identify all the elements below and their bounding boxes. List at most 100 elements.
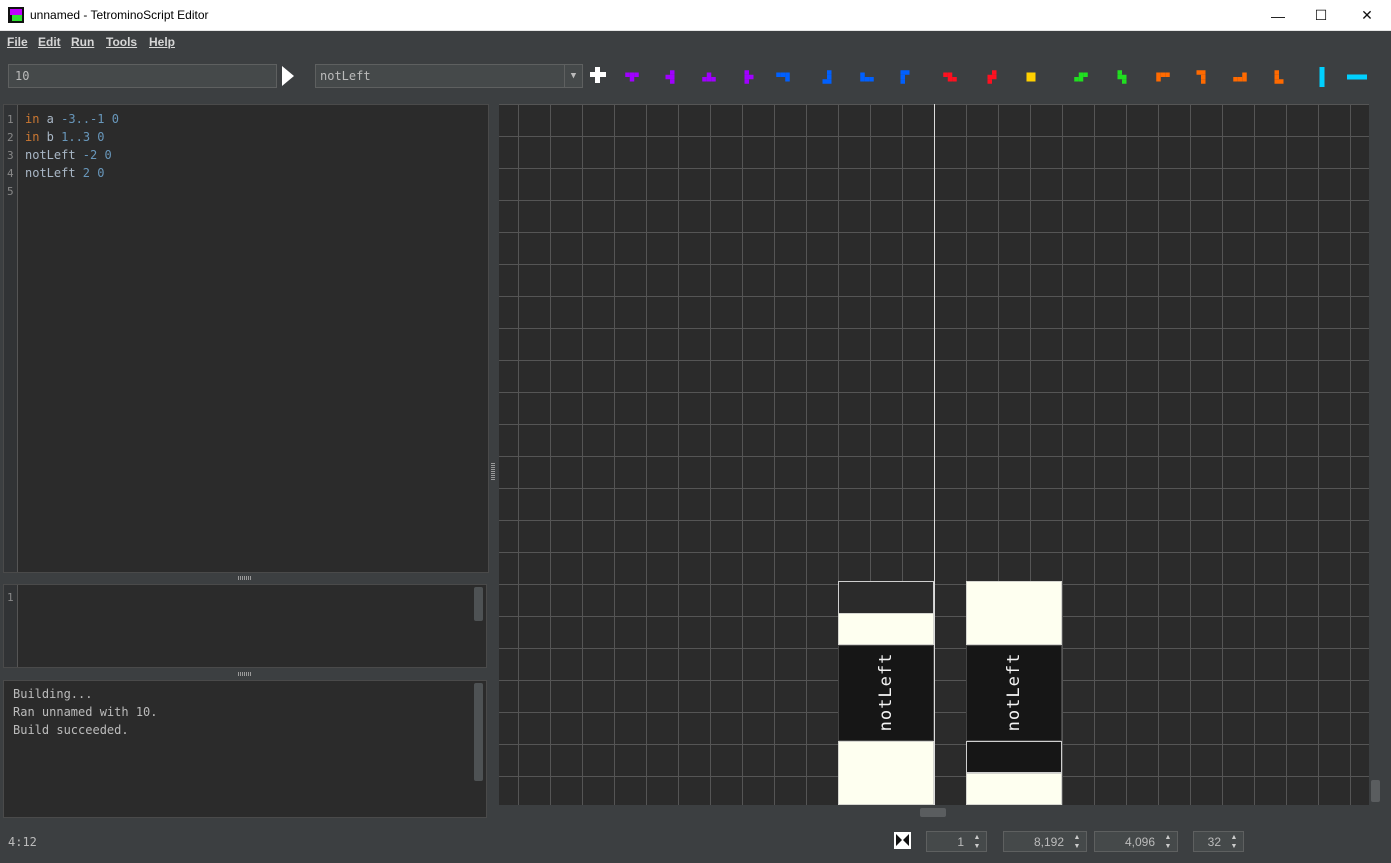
code-line: in a -3..-1 0 (25, 112, 119, 126)
tetromino-s-vertical-icon[interactable] (1110, 65, 1134, 89)
editor-splitter[interactable] (3, 574, 487, 582)
close-icon: ✕ (1361, 7, 1373, 23)
tetromino-s-horizontal-icon[interactable] (1069, 65, 1093, 89)
piece-label: notLeft (876, 652, 896, 732)
tetromino-j-right-icon[interactable] (855, 65, 879, 89)
tetromino-i-horizontal-icon[interactable] (1345, 65, 1369, 89)
menu-bar: File Edit Run Tools Help (0, 31, 1391, 53)
width-value: 8,192 (1033, 835, 1064, 849)
code-line: notLeft -2 0 (25, 148, 112, 162)
splitter-grip-icon (238, 672, 252, 676)
minimize-icon: — (1271, 7, 1285, 24)
canvas-horizontal-scrollbar[interactable] (499, 805, 1369, 819)
console-line: Ran unnamed with 10. (13, 705, 158, 719)
line-number: 3 (7, 149, 14, 162)
tetromino-t-left-icon[interactable] (658, 65, 682, 89)
code-line: in b 1..3 0 (25, 130, 105, 144)
console-splitter[interactable] (3, 670, 487, 678)
menu-help[interactable]: Help (149, 35, 175, 49)
piece-cell (966, 773, 1062, 805)
reset-view-icon[interactable] (894, 832, 911, 849)
spinner-arrows-icon[interactable]: ▲ ▼ (1071, 833, 1083, 851)
menu-tools[interactable]: Tools (106, 35, 137, 49)
console-scrollbar[interactable] (474, 683, 483, 781)
frame-value: 1 (957, 835, 964, 849)
tetromino-i-vertical-icon[interactable] (1310, 65, 1334, 89)
canvas-vertical-scrollbar[interactable] (1369, 104, 1383, 805)
splitter-grip-icon (238, 576, 252, 580)
height-value: 4,096 (1124, 835, 1155, 849)
code-arguments: 1..3 0 (61, 130, 105, 144)
tetromino-l-left-icon[interactable] (1151, 65, 1175, 89)
code-editor[interactable]: 1 in a -3..-1 0 2 in b 1..3 0 3 notLeft -2 0 4… (3, 104, 489, 573)
maximize-icon: ☐ (1314, 7, 1328, 23)
tetromino-l-right-icon[interactable] (1228, 65, 1252, 89)
window-title: unnamed - TetrominoScript Editor (30, 8, 209, 22)
tetromino-j-up-icon[interactable] (815, 65, 839, 89)
height-spinner[interactable]: 4,096 ▲ ▼ (1094, 831, 1178, 852)
code-keyword: in (25, 130, 40, 144)
tetromino-z-horizontal-icon[interactable] (938, 65, 962, 89)
cell-size-spinner[interactable]: 32 ▲ ▼ (1193, 831, 1244, 852)
playfield-canvas[interactable]: notLeft notLeft (499, 104, 1369, 805)
scroll-thumb[interactable] (920, 808, 946, 817)
tetromino-z-vertical-icon[interactable] (980, 65, 1004, 89)
cell-size-value: 32 (1207, 835, 1221, 849)
tetromino-o-icon[interactable] (1019, 65, 1043, 89)
frame-spinner[interactable]: 1 ▲ ▼ (926, 831, 987, 852)
function-select[interactable]: notLeft ▼ (315, 64, 583, 88)
cursor-position: 4:12 (8, 835, 37, 849)
app-logo-icon (8, 7, 24, 23)
status-bar: 4:12 1 ▲ ▼ 8,192 ▲ ▼ 4,096 ▲ ▼ 32 ▲ ▼ (0, 826, 1391, 863)
menu-file[interactable]: File (7, 35, 28, 49)
secondary-editor[interactable]: 1 (3, 584, 487, 668)
code-identifier: notLeft (25, 148, 83, 162)
piece-cell (838, 741, 934, 805)
line-number: 1 (7, 113, 14, 126)
spinner-arrows-icon[interactable]: ▲ ▼ (971, 833, 983, 851)
tetromino-t-up-icon[interactable] (620, 65, 644, 89)
piece-cell (966, 581, 1062, 645)
center-axis-line (934, 104, 935, 805)
argument-input[interactable]: 10 (8, 64, 277, 88)
close-button[interactable]: ✕ (1344, 0, 1390, 31)
piece-label: notLeft (1004, 652, 1024, 732)
tetromino-l-up-icon[interactable] (1189, 65, 1213, 89)
toolbar: 10 notLeft ▼ (0, 53, 1391, 100)
console-line: Build succeeded. (13, 723, 129, 737)
code-arguments: -3..-1 0 (61, 112, 119, 126)
chevron-down-icon[interactable]: ▼ (564, 65, 582, 87)
add-icon[interactable] (590, 67, 606, 83)
piece-cell (966, 741, 1062, 773)
line-number: 2 (7, 131, 14, 144)
function-select-value: notLeft (320, 69, 371, 83)
scroll-thumb[interactable] (1371, 780, 1380, 802)
piece-cell (838, 581, 934, 614)
code-arguments: 2 0 (82, 166, 105, 180)
minimize-button[interactable]: — (1255, 0, 1301, 31)
tetromino-t-down-icon[interactable] (697, 65, 721, 89)
vertical-splitter-grip-icon[interactable] (491, 462, 495, 480)
line-number: 5 (7, 185, 14, 198)
run-icon[interactable] (282, 66, 294, 86)
tetromino-t-right-icon[interactable] (737, 65, 761, 89)
code-line: notLeft 2 0 (25, 166, 104, 180)
spinner-arrows-icon[interactable]: ▲ ▼ (1162, 833, 1174, 851)
code-arguments: -2 0 (82, 148, 112, 162)
piece-cell (838, 613, 934, 645)
tetromino-j-down-icon[interactable] (893, 65, 917, 89)
build-console: Building... Ran unnamed with 10. Build s… (3, 680, 487, 818)
secondary-line-number: 1 (7, 591, 14, 604)
code-keyword: in (25, 112, 40, 126)
tetromino-l-down-icon[interactable] (1267, 65, 1291, 89)
secondary-scrollbar[interactable] (474, 587, 483, 621)
spinner-arrows-icon[interactable]: ▲ ▼ (1228, 833, 1240, 851)
menu-edit[interactable]: Edit (38, 35, 61, 49)
maximize-button[interactable]: ☐ (1298, 0, 1344, 31)
code-identifier: b (39, 130, 62, 144)
menu-run[interactable]: Run (71, 35, 94, 49)
width-spinner[interactable]: 8,192 ▲ ▼ (1003, 831, 1087, 852)
line-number: 4 (7, 167, 14, 180)
tetromino-j-left-icon[interactable] (771, 65, 795, 89)
console-line: Building... (13, 687, 93, 701)
